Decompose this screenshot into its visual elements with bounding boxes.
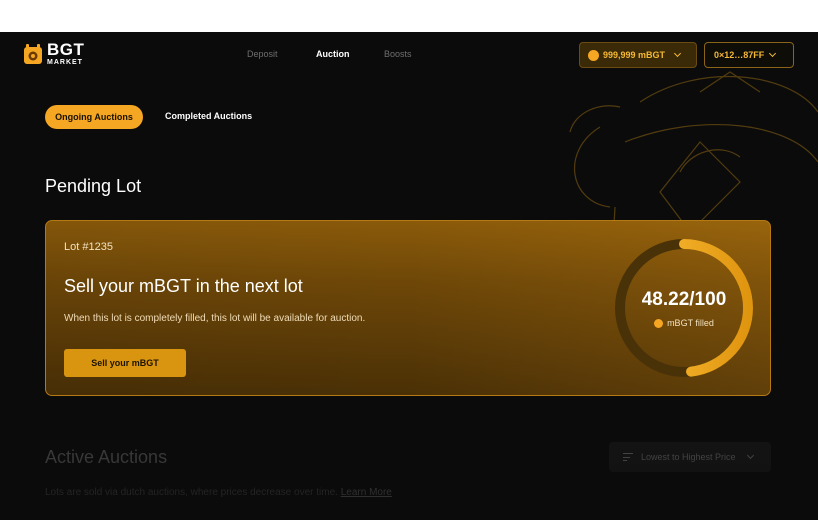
bgt-logo-icon <box>24 43 42 64</box>
tab-completed-auctions[interactable]: Completed Auctions <box>165 111 252 121</box>
mbgt-coin-icon <box>588 49 599 61</box>
brand-subtitle: MARKET <box>47 59 83 66</box>
wallet-address: 0×12…87FF <box>714 50 765 60</box>
balance-value: 999,999 mBGT <box>603 50 666 60</box>
learn-more-link[interactable]: Learn More <box>341 487 392 498</box>
fill-label: mBGT filled <box>609 318 759 328</box>
active-auctions-heading: Active Auctions <box>45 447 168 467</box>
mbgt-coin-icon <box>654 318 664 328</box>
active-auctions-description: Lots are sold via dutch auctions, where … <box>45 487 392 498</box>
lot-title: Sell your mBGT in the next lot <box>64 276 303 296</box>
app-frame: BGT MARKET Deposit Auction Boosts 999,99… <box>0 32 818 520</box>
chevron-down-icon <box>769 49 777 58</box>
top-navbar: BGT MARKET Deposit Auction Boosts 999,99… <box>0 32 818 78</box>
brand-logo[interactable]: BGT MARKET <box>23 41 84 66</box>
brand-name: BGT <box>47 40 85 59</box>
sort-label: Lowest to Highest Price <box>641 452 736 462</box>
nav-item-boosts[interactable]: Boosts <box>384 49 412 59</box>
sort-icon <box>623 453 633 461</box>
chevron-down-icon <box>746 451 754 460</box>
pending-lot-card: Lot #1235 Sell your mBGT in the next lot… <box>45 220 771 396</box>
chevron-down-icon <box>674 49 682 58</box>
wallet-address-dropdown[interactable]: 0×12…87FF <box>704 42 794 68</box>
nav-item-deposit[interactable]: Deposit <box>247 49 278 59</box>
sort-dropdown[interactable]: Lowest to Highest Price <box>609 442 771 472</box>
pending-lot-heading: Pending Lot <box>45 176 142 196</box>
fill-amount: 48.22/100 <box>641 289 727 310</box>
sell-mbgt-button[interactable]: Sell your mBGT <box>64 349 186 377</box>
tab-ongoing-auctions[interactable]: Ongoing Auctions <box>45 105 143 129</box>
nav-item-auction[interactable]: Auction <box>316 49 350 59</box>
lot-number: Lot #1235 <box>64 241 113 253</box>
balance-dropdown[interactable]: 999,999 mBGT <box>579 42 697 68</box>
lot-description: When this lot is completely filled, this… <box>64 313 366 324</box>
